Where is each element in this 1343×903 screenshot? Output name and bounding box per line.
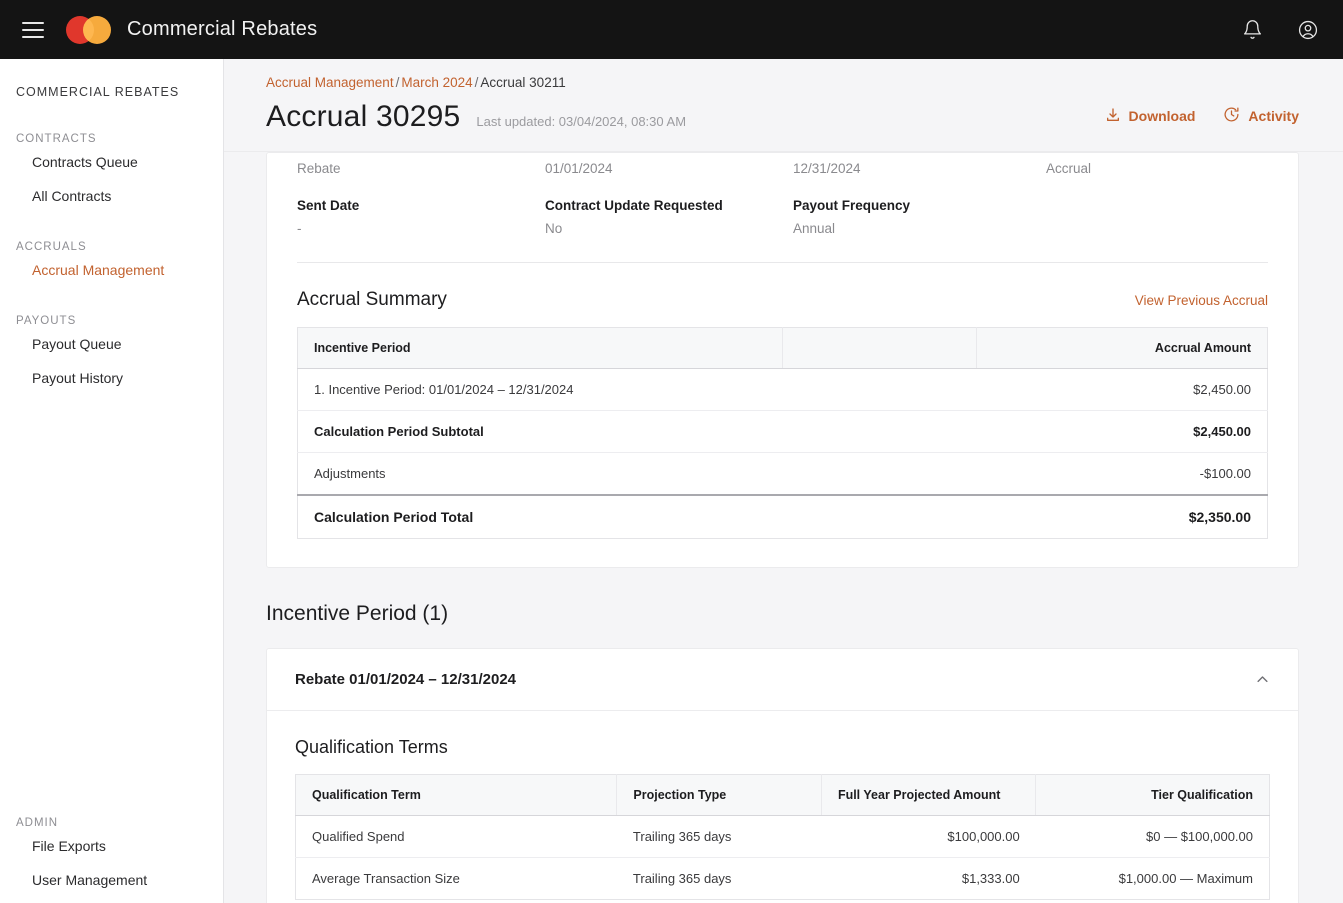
table-row: Calculation Period Total $2,350.00 [297, 494, 1268, 539]
breadcrumb: Accrual Management / March 2024/Accrual 30… [266, 75, 1299, 90]
summary-amount-adjustments: -$100.00 [976, 452, 1268, 496]
sidebar-admin-section: ADMIN File Exports User Management [0, 789, 223, 897]
activity-button[interactable]: Activity [1223, 106, 1299, 126]
title-row: Accrual 30295 Last updated: 03/04/2024, … [266, 100, 1299, 134]
accordion-title: Rebate 01/01/2024 – 12/31/2024 [295, 671, 517, 688]
col-spacer [782, 327, 977, 369]
detail-label-payout-frequency: Payout Frequency [793, 198, 911, 213]
accrual-summary-title: Accrual Summary [297, 289, 447, 310]
brand-logo [66, 15, 111, 44]
accrual-summary-header: Accrual Summary View Previous Accrual [297, 263, 1268, 327]
logo-circle-orange [83, 15, 111, 44]
view-previous-accrual-link[interactable]: View Previous Accrual [1135, 293, 1268, 308]
page-scroll-body[interactable]: Rebate 01/01/2024 12/31/2024 Accrual Sen… [224, 152, 1343, 903]
sidebar-item-user-management[interactable]: User Management [0, 863, 223, 897]
download-icon [1105, 107, 1121, 126]
accrual-detail-card: Rebate 01/01/2024 12/31/2024 Accrual Sen… [266, 152, 1299, 568]
top-app-bar: Commercial Rebates [0, 0, 1343, 59]
col-projection-type: Projection Type [616, 774, 822, 816]
sidebar-item-file-exports[interactable]: File Exports [0, 829, 223, 863]
summary-label-adjustments: Adjustments [297, 452, 977, 496]
sidebar-item-all-contracts[interactable]: All Contracts [0, 179, 223, 213]
clock-icon [1223, 106, 1240, 126]
summary-amount-incentive-period-1: $2,450.00 [976, 368, 1268, 411]
detail-value-contract-type: Rebate [297, 161, 341, 176]
activity-label: Activity [1248, 108, 1299, 124]
summary-label-incentive-period-1: 1. Incentive Period: 01/01/2024 – 12/31/… [297, 368, 977, 411]
sidebar-group-accruals: ACCRUALS [16, 241, 87, 253]
sidebar-title: COMMERCIAL REBATES [16, 85, 180, 99]
table-row: 1. Incentive Period: 01/01/2024 – 12/31/… [297, 368, 1268, 411]
summary-label-total: Calculation Period Total [297, 494, 977, 539]
sidebar-item-contracts-queue[interactable]: Contracts Queue [0, 145, 223, 179]
sidebar-item-payout-history[interactable]: Payout History [0, 361, 223, 395]
table-row: Calculation Period Subtotal $2,450.00 [297, 410, 1268, 453]
sidebar-group-payouts: PAYOUTS [16, 315, 77, 327]
col-accrual-amount: Accrual Amount [976, 327, 1268, 369]
breadcrumb-link-accrual-management[interactable]: Accrual Management [266, 75, 394, 90]
detail-value-spacer [1046, 213, 1268, 236]
breadcrumb-separator-2: / [474, 75, 479, 90]
qt-projection-1: Trailing 365 days [632, 871, 732, 886]
app-title: Commercial Rebates [127, 18, 318, 40]
sidebar-item-accrual-management[interactable]: Accrual Management [0, 253, 223, 287]
detail-value-contract-update-requested: No [545, 221, 563, 236]
detail-value-status-type: Accrual [1046, 161, 1092, 176]
sidebar-group-admin: ADMIN [16, 817, 59, 829]
qualification-terms-title: Qualification Terms [295, 737, 448, 757]
accrual-summary-table: Incentive Period Accrual Amount 1. Incen… [297, 327, 1268, 539]
col-tier-qualification: Tier Qualification [1035, 774, 1270, 816]
detail-label-contract-update-requested: Contract Update Requested [545, 198, 723, 213]
col-qualification-term: Qualification Term [295, 774, 618, 816]
bell-icon[interactable] [1239, 17, 1265, 43]
accordion-header-rebate[interactable]: Rebate 01/01/2024 – 12/31/2024 [267, 649, 1298, 711]
hamburger-menu-icon[interactable] [22, 21, 44, 38]
accrual-summary-header-row: Incentive Period Accrual Amount [297, 327, 1268, 369]
col-incentive-period: Incentive Period [297, 327, 783, 369]
breadcrumb-current: Accrual 30211 [480, 75, 566, 90]
incentive-period-accordion: Rebate 01/01/2024 – 12/31/2024 Qualifica… [266, 648, 1299, 903]
summary-label-subtotal: Calculation Period Subtotal [297, 410, 977, 453]
download-label: Download [1128, 108, 1196, 124]
summary-amount-subtotal: $2,450.00 [976, 410, 1268, 453]
detail-value-sent-date: - [297, 221, 302, 236]
incentive-period-heading: Incentive Period (1) [266, 602, 449, 625]
breadcrumb-separator-1: / [395, 75, 400, 90]
sidebar: COMMERCIAL REBATES CONTRACTS Contracts Q… [0, 59, 224, 903]
sidebar-item-payout-queue[interactable]: Payout Queue [0, 327, 223, 361]
detail-value-start-date: 01/01/2024 [545, 161, 613, 176]
qualification-terms-table: Qualification Term Projection Type Full … [295, 774, 1270, 900]
main-content: Accrual Management / March 2024/Accrual 30… [224, 59, 1343, 903]
qt-amount-1: $1,333.00 [961, 871, 1020, 886]
col-full-year-projected-amount: Full Year Projected Amount [821, 774, 1037, 816]
table-row: Qualified Spend Trailing 365 days $100,0… [295, 815, 1270, 858]
sidebar-group-contracts: CONTRACTS [16, 133, 97, 145]
user-account-icon[interactable] [1295, 17, 1321, 43]
summary-amount-total: $2,350.00 [976, 494, 1268, 539]
detail-value-end-date: 12/31/2024 [793, 161, 861, 176]
detail-label-spacer [1046, 176, 1268, 213]
detail-field-row-1: Rebate 01/01/2024 12/31/2024 Accrual [297, 153, 1268, 176]
qualification-terms-header-row: Qualification Term Projection Type Full … [295, 774, 1270, 816]
header-actions: Download Activity [1105, 106, 1299, 128]
table-row: Average Transaction Size Trailing 365 da… [296, 858, 1270, 900]
qt-tier-0: $0 — $100,000.00 [1035, 815, 1270, 858]
last-updated-text: Last updated: 03/04/2024, 08:30 AM [476, 114, 687, 129]
detail-field-row-2: Sent Date Contract Update Requested Payo… [297, 176, 1268, 236]
table-row: Adjustments -$100.00 [297, 452, 1268, 496]
detail-value-payout-frequency: Annual [793, 221, 836, 236]
detail-label-sent-date: Sent Date [297, 198, 360, 213]
qt-term-1: Average Transaction Size [312, 871, 460, 886]
page-title: Accrual 30295 [266, 100, 461, 133]
topbar-actions [1239, 17, 1321, 43]
accordion-body: Qualification Terms Qualification Term P… [267, 711, 1298, 903]
qt-amount-0: $100,000.00 [821, 815, 1036, 858]
breadcrumb-link-march-2024[interactable]: March 2024 [401, 75, 472, 90]
qt-tier-1: $1,000.00 — Maximum [1118, 871, 1253, 886]
qt-term-0: Qualified Spend [295, 815, 617, 858]
download-button[interactable]: Download [1105, 107, 1196, 126]
page-header: Accrual Management / March 2024/Accrual 30… [224, 59, 1343, 152]
chevron-up-icon[interactable] [1255, 672, 1270, 687]
qt-projection-0: Trailing 365 days [616, 815, 822, 858]
